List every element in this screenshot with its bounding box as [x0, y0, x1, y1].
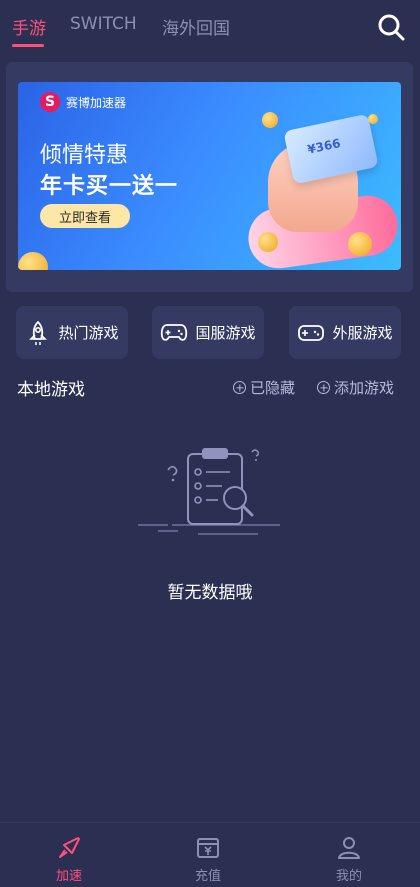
hidden-games-button[interactable]: 已隐藏 [233, 377, 295, 398]
local-games-title: 本地游戏 [17, 380, 85, 400]
category-label: 外服游戏 [332, 324, 393, 342]
active-tab-indicator [12, 44, 44, 47]
nav-accelerate[interactable]: 加速 [19, 823, 119, 887]
rocket-icon [29, 320, 48, 345]
gamepad-icon [161, 323, 188, 341]
view-now-button[interactable]: 立即查看 [40, 204, 130, 228]
coin-icon [262, 112, 278, 128]
coin-icon [18, 252, 48, 270]
bottom-navigation: 加速 充值 我的 [0, 822, 420, 887]
nav-profile[interactable]: 我的 [299, 823, 399, 887]
recharge-icon [197, 838, 219, 858]
banner-headline: 倾情特惠 [40, 143, 129, 168]
nav-label: 充值 [194, 869, 221, 884]
tab-switch[interactable]: SWITCH [70, 14, 137, 34]
sparkle-icon [368, 114, 378, 124]
banner-brand: S 赛博加速器 [40, 92, 126, 112]
card-price: ¥366 [306, 136, 342, 157]
category-cn-games[interactable]: 国服游戏 [152, 306, 264, 359]
nav-label: 我的 [335, 869, 362, 884]
add-game-label: 添加游戏 [334, 379, 395, 397]
hidden-games-label: 已隐藏 [250, 379, 296, 397]
top-tab-bar: 手游 SWITCH 海外回国 [0, 0, 420, 56]
nav-recharge[interactable]: 充值 [158, 823, 258, 887]
plus-circle-icon [233, 381, 246, 394]
search-icon[interactable] [376, 12, 406, 42]
tab-overseas[interactable]: 海外回国 [162, 14, 230, 39]
brand-logo-icon: S [40, 92, 60, 112]
vip-card-illustration: ¥366 [283, 113, 379, 185]
plus-circle-icon [317, 381, 330, 394]
category-label: 国服游戏 [195, 324, 256, 342]
nav-label: 加速 [55, 869, 82, 884]
promo-banner[interactable]: S 赛博加速器 倾情特惠 年卡买一送一 立即查看 ¥366 [18, 82, 401, 270]
brand-name: 赛博加速器 [66, 95, 127, 110]
category-foreign-games[interactable]: 外服游戏 [289, 306, 401, 359]
coin-icon [348, 232, 372, 256]
profile-icon [338, 837, 360, 859]
coin-icon [258, 232, 278, 252]
category-label: 热门游戏 [58, 324, 119, 342]
accelerate-icon [59, 837, 80, 858]
empty-clipboard-icon [138, 448, 280, 535]
empty-state-text: 暂无数据哦 [167, 583, 253, 603]
add-game-button[interactable]: 添加游戏 [317, 377, 394, 398]
category-hot-games[interactable]: 热门游戏 [16, 306, 128, 359]
controller-icon [298, 324, 325, 341]
tab-mobile-games[interactable]: 手游 [12, 14, 46, 39]
banner-subline: 年卡买一送一 [40, 174, 179, 199]
